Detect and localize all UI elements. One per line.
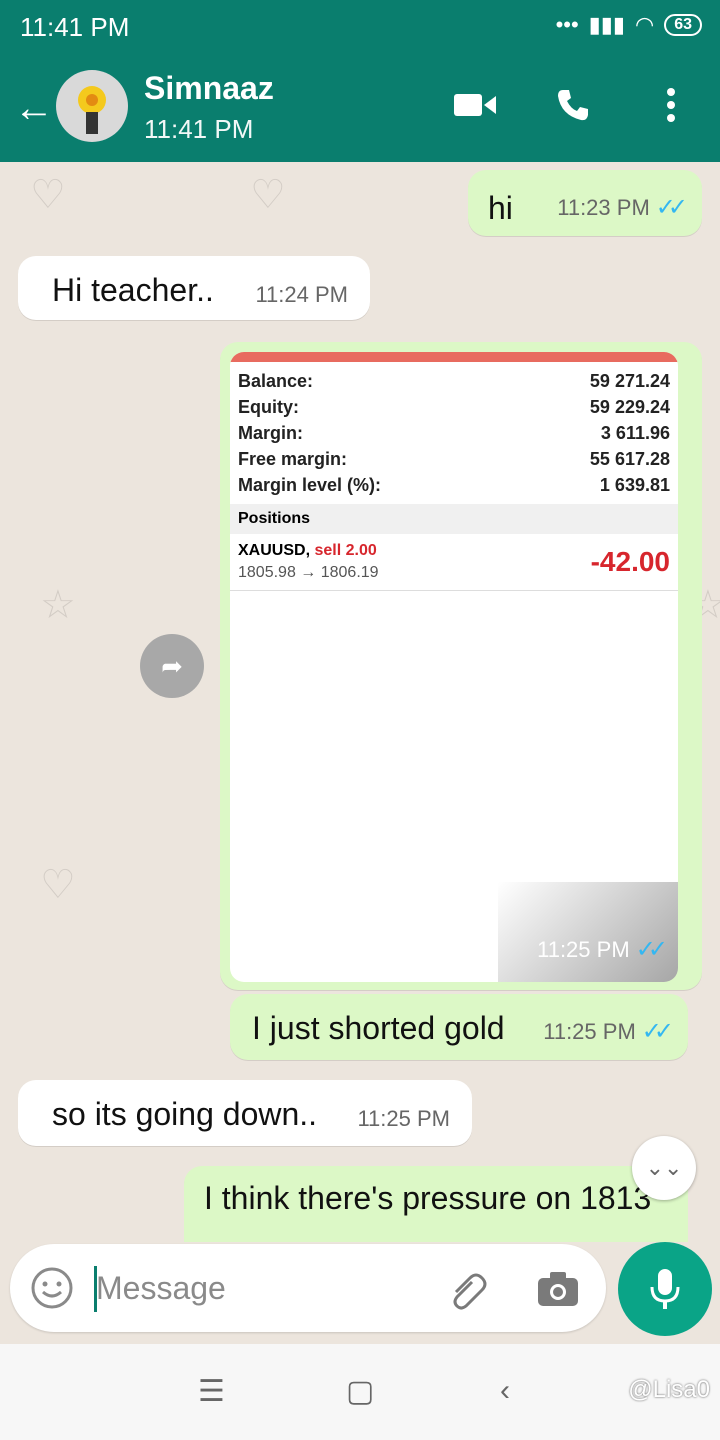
- account-row: Margin level (%): 1 639.81: [238, 475, 670, 495]
- status-bar: 11:41 PM ••• ▮▮▮ ◠ 63: [0, 0, 720, 52]
- flower-sticker-icon: [78, 86, 106, 134]
- account-summary: Balance: 59 271.24 Equity: 59 229.24 Margi…: [230, 362, 678, 498]
- forward-button[interactable]: ➦: [140, 634, 204, 698]
- position-profit-loss: -42.00: [590, 546, 670, 577]
- account-row: Equity: 59 229.24: [238, 397, 670, 417]
- heart-doodle-icon: ♡: [250, 173, 286, 217]
- contact-last-seen: 11:41 PM: [144, 114, 254, 144]
- camera-button[interactable]: [536, 1270, 580, 1313]
- voice-message-button[interactable]: [618, 1242, 712, 1336]
- voice-call-button[interactable]: [552, 84, 594, 126]
- position-details: XAUUSD, sell 2.00 1805.98 → 1806.19: [238, 542, 379, 581]
- back-button[interactable]: ←: [14, 86, 54, 131]
- avatar[interactable]: [56, 70, 128, 142]
- message-input[interactable]: Message: [96, 1270, 226, 1307]
- position-row: XAUUSD, sell 2.00 1805.98 → 1806.19 -42.…: [230, 534, 678, 590]
- message-text: I think there's pressure on 1813: [204, 1180, 652, 1216]
- image-shade: [498, 882, 678, 982]
- attach-button[interactable]: [448, 1270, 488, 1315]
- divider: [230, 590, 678, 591]
- double-chevron-down-icon: ⌄⌄: [645, 1155, 683, 1180]
- smiley-icon: [31, 1267, 73, 1309]
- message-field-container[interactable]: Message: [10, 1244, 606, 1332]
- message-input-bar: Message: [0, 1242, 720, 1342]
- camera-icon: [538, 1272, 578, 1306]
- double-check-icon: ✓✓: [641, 1018, 674, 1045]
- heart-doodle-icon: ♡: [30, 173, 66, 217]
- message-time: 11:23 PM ✓✓: [557, 194, 688, 221]
- message-text: Hi teacher..: [52, 272, 214, 308]
- back-nav-button[interactable]: ‹: [500, 1374, 510, 1408]
- chat-header: 11:41 PM ••• ▮▮▮ ◠ 63 ← Simnaaz 11:41 PM: [0, 0, 720, 162]
- battery-icon: 63: [664, 14, 702, 36]
- header-actions: [454, 84, 692, 126]
- scroll-to-bottom-button[interactable]: ⌄⌄: [632, 1136, 696, 1200]
- message-bubble-incoming[interactable]: Hi teacher.. 11:24 PM: [18, 256, 370, 320]
- trade-screenshot-image[interactable]: Balance: 59 271.24 Equity: 59 229.24 Margi…: [230, 352, 678, 982]
- message-text: hi: [488, 190, 513, 226]
- double-check-icon: ✓✓: [655, 194, 688, 221]
- message-bubble-incoming[interactable]: so its going down.. 11:25 PM: [18, 1080, 472, 1146]
- double-check-icon: ✓✓: [635, 936, 668, 963]
- account-row: Free margin: 55 617.28: [238, 449, 670, 469]
- message-text: I just shorted gold: [252, 1010, 505, 1046]
- status-indicators: ••• ▮▮▮ ◠ 63: [556, 12, 702, 38]
- signal-dots: •••: [555, 12, 579, 37]
- signal-icon: ▮▮▮: [588, 12, 625, 37]
- account-row: Margin: 3 611.96: [238, 423, 670, 443]
- wifi-icon: ◠: [635, 12, 655, 37]
- screenshot-top-bar: [230, 352, 678, 362]
- positions-title: Positions: [230, 504, 678, 534]
- message-time: 11:25 PM: [357, 1106, 450, 1131]
- message-bubble-outgoing[interactable]: I think there's pressure on 1813: [184, 1166, 688, 1242]
- watermark: @Lisa0: [628, 1376, 710, 1403]
- status-time: 11:41 PM: [20, 12, 130, 42]
- heart-doodle-icon: ♡: [40, 863, 76, 907]
- account-row: Balance: 59 271.24: [238, 371, 670, 391]
- contact-name[interactable]: Simnaaz: [144, 70, 274, 107]
- message-time: 11:25 PM ✓✓: [543, 1018, 674, 1045]
- emoji-button[interactable]: [30, 1266, 74, 1315]
- message-bubble-outgoing[interactable]: hi 11:23 PM ✓✓: [468, 170, 702, 236]
- overflow-menu-icon: [667, 88, 675, 122]
- more-options-button[interactable]: [650, 84, 692, 126]
- video-camera-icon: [454, 94, 496, 116]
- forward-arrow-icon: ➦: [161, 650, 183, 681]
- message-bubble-outgoing[interactable]: I just shorted gold 11:25 PM ✓✓: [230, 994, 688, 1060]
- home-button[interactable]: ▢: [346, 1374, 374, 1409]
- menu-button[interactable]: ☰: [198, 1374, 225, 1409]
- message-text: so its going down..: [52, 1096, 318, 1132]
- image-message-time: 11:25 PM ✓✓: [537, 936, 668, 963]
- microphone-icon: [650, 1269, 680, 1309]
- system-navigation-bar: ☰ ▢ ‹ @Lisa0: [0, 1344, 720, 1440]
- phone-icon: [558, 90, 588, 121]
- chat-area[interactable]: ♡ ♡ ☆ ♡ ☆ hi 11:23 PM ✓✓ Hi teacher.. 11:…: [0, 162, 720, 1242]
- star-doodle-icon: ☆: [40, 583, 76, 627]
- video-call-button[interactable]: [454, 84, 496, 126]
- paperclip-icon: [453, 1273, 487, 1310]
- message-time: 11:24 PM: [255, 282, 348, 307]
